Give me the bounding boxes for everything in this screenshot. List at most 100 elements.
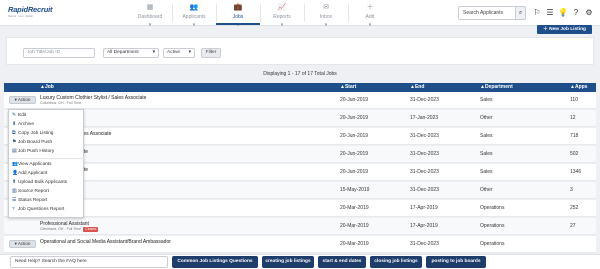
table-row[interactable]: Professional Assistant Cleveland, OH - Fu… — [4, 218, 596, 235]
menu-item-source-report[interactable]: ▥Source Report — [12, 188, 49, 196]
start-date-cell: 20-Jun-2019 — [340, 169, 369, 175]
apps-count-link[interactable]: 110 — [570, 97, 578, 104]
column-header-label: Apps — [574, 84, 588, 90]
menu-item-view-applicants[interactable]: 👥View Applicants — [12, 161, 52, 169]
nav-item-inbox[interactable]: ✉ Inbox ▾ — [304, 3, 348, 28]
action-dropdown-menu: ✎ Edit ⬇ Archive ⧉ Copy Job Listing ⚑ Job Board… — [8, 109, 85, 218]
apps-count-link[interactable]: 27 — [570, 223, 576, 230]
nav-item-label-wrap: Add ▾ — [348, 13, 392, 29]
lightbulb-icon[interactable]: 💡 — [558, 7, 568, 18]
faq-common-questions-button[interactable]: Common Job Listings Questions — [172, 256, 258, 268]
column-header-end-date[interactable]: ▲ End Date — [410, 83, 426, 99]
department-cell: Other — [480, 187, 493, 193]
end-date-cell: 31-Dec-2023 — [410, 133, 439, 139]
start-date-cell: 20-Mar-2019 — [340, 223, 369, 229]
new-job-listing-label: New Job Listing — [549, 27, 586, 32]
faq-search-input[interactable]: Need Help? Search the FAQ here — [10, 256, 168, 268]
inbox-icon: ✉ — [323, 4, 329, 11]
chevron-down-icon: ▾ — [148, 22, 152, 28]
closed-badge: Closed — [83, 227, 99, 232]
nav-item-jobs[interactable]: 💼 Jobs ▾ — [216, 3, 260, 28]
job-title-filter-input[interactable]: Job Title/Job ID — [23, 48, 95, 58]
menu-item-copy-job-listing[interactable]: ⧉ Copy Job Listing — [12, 130, 53, 138]
plus-icon: ＋ — [366, 4, 374, 11]
menu-item-edit[interactable]: ✎ Edit — [12, 112, 26, 120]
new-job-listing-button[interactable]: ＋ New Job Listing — [537, 25, 592, 34]
menu-item-add-applicant[interactable]: 👤Add Applicant — [12, 170, 47, 178]
table-row[interactable]: ylist / Sales Associate20-Jun-201931-Dec… — [4, 164, 596, 181]
apps-count-link[interactable]: 252 — [570, 205, 578, 212]
table-row[interactable]: tantClosed20-Mar-201917-Apr-2019Operatio… — [4, 200, 596, 217]
apps-count-link[interactable]: 1346 — [570, 169, 581, 176]
faq-posting-boards-button[interactable]: posting to job boards — [426, 256, 486, 268]
nav-item-add[interactable]: ＋ Add ▾ — [348, 3, 392, 28]
column-header-job-title[interactable]: ▲ Job Title — [40, 83, 55, 99]
department-select[interactable]: All Department ▾ — [103, 48, 159, 58]
column-header-department[interactable]: ▲ Department — [480, 83, 513, 92]
end-date-cell: 31-Dec-2023 — [410, 187, 439, 193]
chevron-down-icon: ▾ — [152, 50, 155, 55]
nav-item-label: Reports — [273, 14, 291, 20]
table-row[interactable]: ylist / Sales Associate20-Jun-201931-Dec… — [4, 146, 596, 163]
faq-closing-listings-button[interactable]: closing job listings — [370, 256, 422, 268]
nav-item-reports[interactable]: 📈 Reports ▾ — [260, 3, 304, 28]
menu-item-job-board-push[interactable]: ⚑ Job Board Push — [12, 139, 52, 147]
end-date-cell: 31-Dec-2023 — [410, 169, 439, 175]
filter-button[interactable]: Filter — [201, 48, 221, 58]
nav-item-label-wrap: Dashboard ▾ — [128, 13, 172, 29]
brand-tagline: Recruit · Hire · Retain — [8, 15, 34, 18]
apps-count-link[interactable]: 718 — [570, 133, 578, 140]
brand-name: RapidRecruit — [8, 5, 53, 14]
table-header: ▲ Job Title ▲ Start Date ▲ End Date ▲ De… — [4, 83, 596, 99]
nav-item-label-wrap: Reports ▾ — [260, 13, 304, 29]
menu-item-status-report[interactable]: ☰ Status Report — [12, 197, 47, 205]
faq-creating-listings-button[interactable]: creating job listings — [262, 256, 314, 268]
search-button[interactable]: ⌕ — [515, 6, 526, 20]
users-icon: 👥 — [189, 4, 199, 11]
table-row[interactable]: ations SpecialistClosed15-May-201931-Dec… — [4, 182, 596, 199]
list-icon[interactable]: ☰ — [545, 7, 555, 18]
chevron-down-icon: ▾ — [280, 22, 284, 28]
menu-item-label: Source Report — [18, 189, 49, 194]
apps-count-link[interactable]: 502 — [570, 151, 578, 158]
end-date-cell: 17-Apr-2019 — [410, 223, 438, 229]
end-date-cell: 31-Dec-2023 — [410, 241, 439, 247]
column-header-apps[interactable]: ▲ Apps — [570, 83, 587, 92]
menu-item-archive[interactable]: ⬇ Archive — [12, 121, 34, 129]
end-date-cell: 17-Jan-2023 — [410, 115, 439, 121]
bookmark-icon[interactable]: ⚐ — [532, 7, 542, 18]
nav-item-applicants[interactable]: 👥 Applicants ▾ — [172, 3, 216, 28]
gear-icon[interactable]: ⚙ — [584, 7, 594, 18]
action-button[interactable]: ▾ Action — [9, 96, 36, 104]
nav-item-label-wrap: Applicants ▾ — [172, 13, 216, 29]
status-select[interactable]: Active ▾ — [163, 48, 195, 58]
start-date-cell: 20-Jun-2019 — [340, 133, 369, 139]
menu-divider — [9, 158, 85, 159]
apps-count-link[interactable]: 3 — [570, 187, 573, 194]
menu-item-upload-bulk-applicants[interactable]: ⬆ Upload Bulk Applicants — [12, 179, 67, 187]
start-date-cell: 20-Jun-2019 — [340, 115, 369, 121]
table-row[interactable]: Clothier Stylist / Sales Associate20-Jun… — [4, 128, 596, 145]
end-date-cell: 31-Dec-2023 — [410, 97, 439, 103]
brand-logo[interactable]: RapidRecruit Recruit · Hire · Retain — [8, 5, 54, 19]
table-row[interactable]: ▾ Action Operational and Social Media Ass… — [4, 236, 596, 253]
help-icon[interactable]: ? — [571, 7, 581, 18]
nav-item-label: Dashboard — [137, 14, 163, 20]
table-row[interactable]: ▾ Action Luxury Custom Clothier Stylist /… — [4, 92, 596, 109]
department-cell: Operations — [480, 205, 505, 211]
apps-count-link[interactable]: 12 — [570, 115, 576, 122]
table-row[interactable]: ations Specialist20-Jun-201917-Jan-2023O… — [4, 110, 596, 127]
menu-item-label: Archive — [18, 122, 34, 127]
menu-item-label: Job Board Push — [18, 140, 53, 145]
start-date-cell: 15-May-2019 — [340, 187, 370, 193]
nav-item-dashboard[interactable]: ▦ Dashboard ▾ — [128, 3, 172, 28]
nav-item-label: Add — [365, 14, 375, 20]
column-header-start-date[interactable]: ▲ Start Date — [340, 83, 356, 99]
faq-dates-button[interactable]: start & end dates — [318, 256, 366, 268]
menu-item-label: Job Questions Report — [18, 207, 65, 212]
action-button[interactable]: ▾ Action — [9, 240, 36, 248]
menu-item-job-push-history[interactable]: ▤Job Push History — [12, 148, 54, 156]
search-icon: ⌕ — [518, 10, 523, 16]
job-title-link[interactable]: Operational and Social Media Assistant/B… — [40, 239, 171, 245]
menu-item-job-questions-report[interactable]: ? Job Questions Report — [12, 206, 64, 214]
